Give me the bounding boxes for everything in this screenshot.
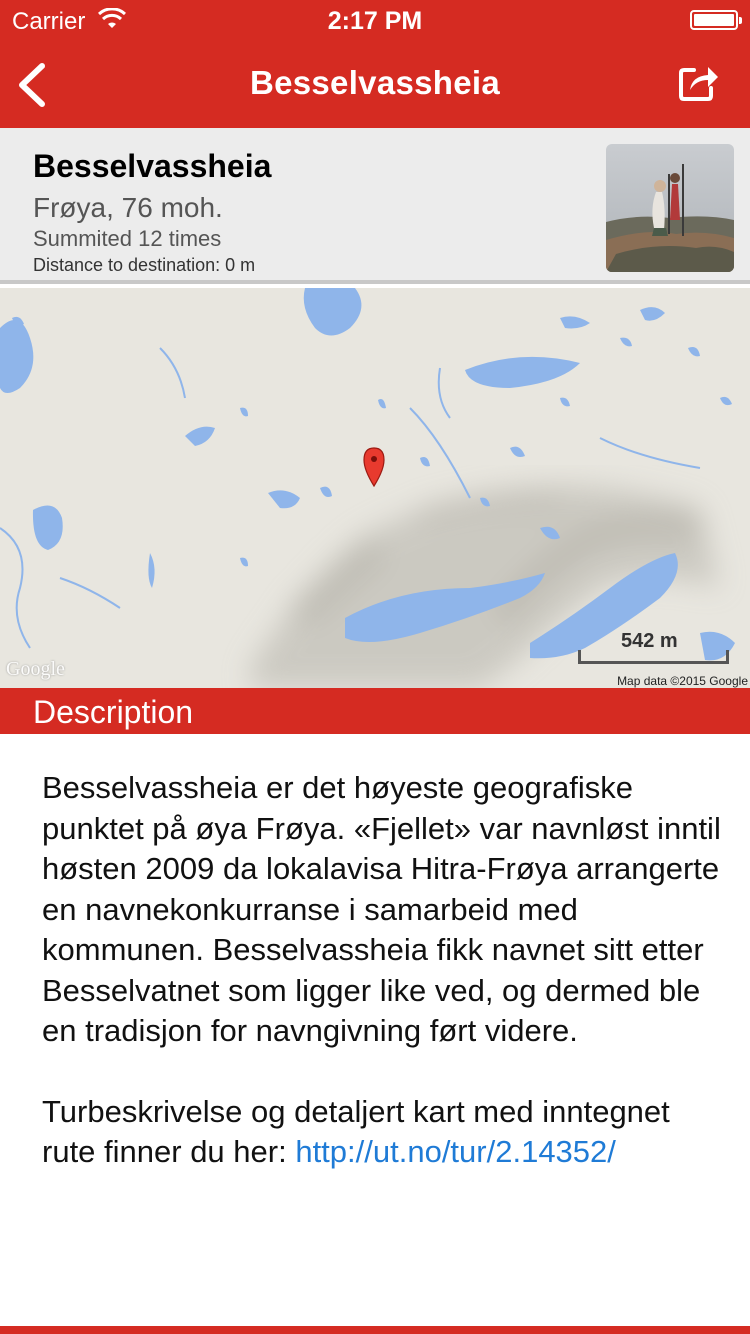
description-paragraph: Besselvassheia er det høyeste geografisk… xyxy=(42,770,721,1048)
tour-link[interactable]: http://ut.no/tur/2.14352/ xyxy=(295,1134,616,1169)
share-icon[interactable] xyxy=(678,62,720,102)
status-time: 2:17 PM xyxy=(327,7,423,35)
map-scale-bar xyxy=(578,650,729,664)
status-bar: Carrier 2:17 PM xyxy=(0,0,750,40)
description-paragraph-link: Turbeskrivelse og detaljert kart med inn… xyxy=(42,1092,722,1173)
map-view[interactable]: Google 542 m Map data ©2015 Google xyxy=(0,288,750,688)
top-bar: Carrier 2:17 PM Besselvassheia xyxy=(0,0,750,128)
summit-count: Summited 12 times xyxy=(33,226,222,251)
description-header-label: Description xyxy=(33,694,194,730)
bottom-bar xyxy=(0,1326,750,1334)
page-title: Besselvassheia xyxy=(249,64,501,101)
map-attribution[interactable]: Map data ©2015 Google xyxy=(617,674,748,688)
summit-photo[interactable] xyxy=(606,144,734,272)
summit-info-card: Besselvassheia Frøya, 76 moh. Summited 1… xyxy=(0,128,750,284)
summit-name: Besselvassheia xyxy=(33,148,272,184)
description-body: Besselvassheia er det høyeste geografisk… xyxy=(42,768,722,1173)
battery-icon xyxy=(690,10,742,30)
description-header: Description xyxy=(0,688,750,734)
google-logo[interactable]: Google xyxy=(6,658,65,681)
distance-to-destination: Distance to destination: 0 m xyxy=(33,255,256,275)
summit-location: Frøya, 76 moh. xyxy=(33,192,223,223)
